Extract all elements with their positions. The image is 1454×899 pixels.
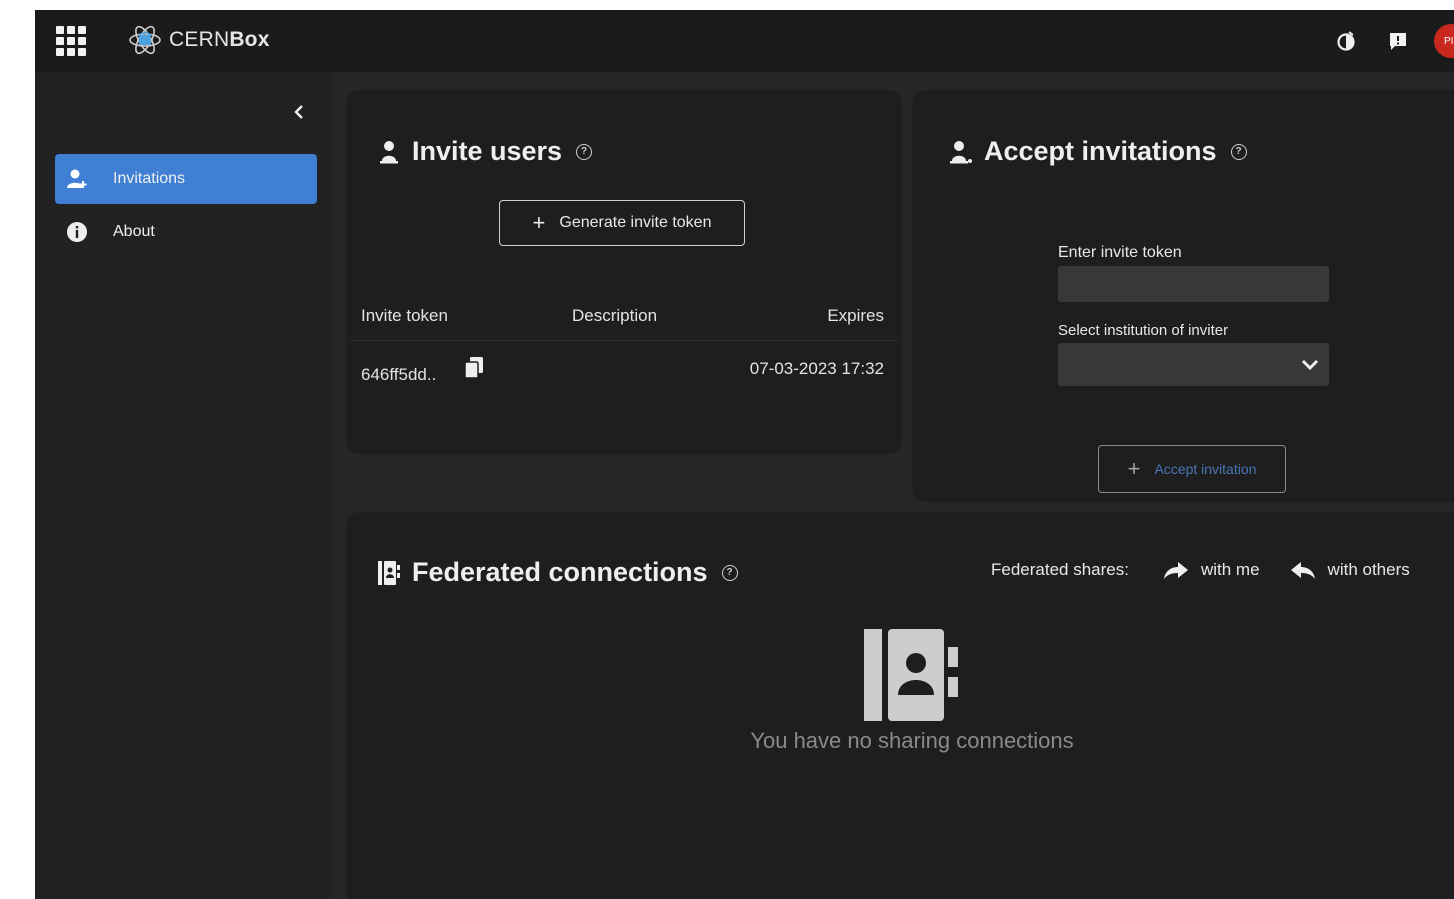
with-me-link[interactable]: with me: [1163, 560, 1260, 580]
top-bar: CERNBox PI: [35, 10, 1454, 72]
app-switcher-icon[interactable]: [54, 24, 86, 56]
institution-label: Select institution of inviter: [1058, 322, 1229, 339]
sidebar-item-label: Invitations: [113, 170, 186, 187]
cernbox-logo[interactable]: CERNBox: [127, 22, 270, 58]
accept-invitations-card: Accept invitations ? Enter invite token …: [912, 90, 1454, 502]
federated-connections-title: Federated connections ?: [376, 557, 738, 588]
collapse-sidebar-icon[interactable]: [289, 102, 309, 122]
column-header-description: Description: [572, 306, 658, 325]
help-icon[interactable]: ?: [721, 564, 738, 581]
invite-users-title: Invite users ?: [376, 136, 593, 167]
user-check-icon: [948, 139, 974, 165]
cernbox-logo-icon: [129, 25, 161, 55]
generate-invite-token-button[interactable]: + Generate invite token: [499, 200, 745, 246]
share-forward-icon: [1163, 562, 1188, 579]
federated-shares-label: Federated shares:: [991, 560, 1129, 579]
chevron-down-icon: [1301, 359, 1319, 370]
plus-icon: +: [1127, 456, 1141, 481]
with-others-link[interactable]: with others: [1290, 560, 1410, 580]
invite-token-label: Enter invite token: [1058, 244, 1182, 261]
info-icon: [65, 220, 89, 244]
accept-invitations-title: Accept invitations ?: [948, 136, 1247, 167]
federated-shares: Federated shares: with me with others: [991, 560, 1410, 580]
invite-users-card: Invite users ? + Generate invite token I…: [346, 90, 902, 454]
logo-text: CERNBox: [169, 28, 270, 51]
token-cell: 646ff5dd..: [361, 365, 437, 384]
help-icon[interactable]: ?: [1230, 143, 1247, 160]
no-connections-icon: [860, 625, 960, 725]
column-header-token: Invite token: [361, 306, 448, 325]
expires-cell: 07-03-2023 17:32: [749, 359, 884, 378]
accept-invitation-button[interactable]: + Accept invitation: [1098, 445, 1286, 493]
user-icon: [376, 139, 402, 165]
add-user-icon: [65, 167, 89, 191]
institution-select[interactable]: [1058, 343, 1329, 386]
feedback-icon[interactable]: [1384, 27, 1412, 55]
sidebar-item-about[interactable]: About: [55, 207, 317, 257]
main-content: Invite users ? + Generate invite token I…: [332, 72, 1454, 899]
copy-icon[interactable]: [463, 356, 485, 385]
dark-mode-toggle-icon[interactable]: [1332, 27, 1360, 55]
app-window: CERNBox PI Invitations About Invite user…: [35, 10, 1454, 899]
column-header-expires: Expires: [827, 306, 884, 325]
sidebar: Invitations About: [35, 72, 332, 899]
invite-token-input[interactable]: [1058, 266, 1329, 302]
sidebar-item-label: About: [113, 223, 155, 240]
plus-icon: +: [532, 210, 546, 235]
sidebar-item-invitations[interactable]: Invitations: [55, 154, 317, 204]
contacts-book-icon: [376, 560, 402, 586]
help-icon[interactable]: ?: [576, 143, 593, 160]
reply-icon: [1290, 562, 1315, 579]
user-avatar[interactable]: PI: [1434, 24, 1454, 58]
row-divider: [351, 340, 897, 341]
empty-state-text: You have no sharing connections: [750, 728, 1074, 753]
